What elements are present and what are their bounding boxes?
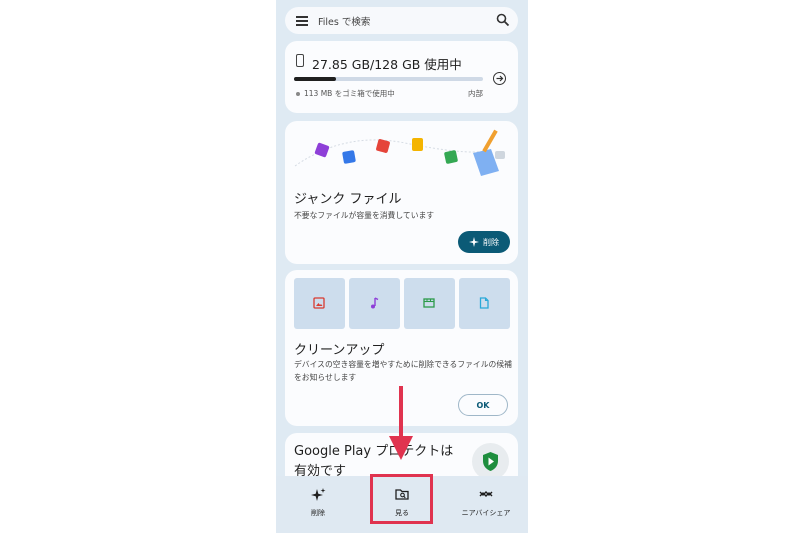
search-bar[interactable]: Files で検索 <box>285 7 518 34</box>
annotation-highlight-box <box>370 474 433 524</box>
junk-delete-label: 削除 <box>483 237 499 247</box>
trash-dot <box>296 92 300 96</box>
storage-card[interactable]: 27.85 GB/128 GB 使用中 113 MB をゴミ箱で使用中 内部 <box>285 41 518 113</box>
document-icon <box>479 297 489 309</box>
storage-usage-title: 27.85 GB/128 GB 使用中 <box>312 57 462 72</box>
cleanup-ok-button[interactable]: OK <box>458 394 508 416</box>
junk-illustration <box>294 129 505 176</box>
video-icon <box>423 298 435 308</box>
nearby-share-icon <box>479 491 493 497</box>
junk-files-card: ジャンク ファイル 不要なファイルが容量を消費しています 削除 <box>285 121 518 264</box>
play-protect-icon <box>472 443 509 480</box>
junk-files-description: 不要なファイルが容量を消費しています <box>294 211 435 220</box>
search-icon[interactable] <box>496 13 510 27</box>
cleanup-description: デバイスの空き容量を増やすために削除できるファイルの候補をお知らせします <box>294 360 512 382</box>
phone-storage-icon <box>296 54 304 67</box>
storage-progress-bar <box>294 77 483 81</box>
trash-usage-text: 113 MB をゴミ箱で使用中 <box>304 89 395 98</box>
image-icon <box>313 297 325 309</box>
menu-icon[interactable] <box>296 16 308 26</box>
image-tile[interactable] <box>294 278 345 329</box>
cleanup-title: クリーンアップ <box>294 343 385 358</box>
annotation-arrow-shaft <box>399 386 403 438</box>
document-tile[interactable] <box>459 278 510 329</box>
sparkle-icon <box>469 237 479 247</box>
video-tile[interactable] <box>404 278 455 329</box>
junk-files-title: ジャンク ファイル <box>294 192 402 207</box>
nav-item-nearby-share[interactable]: ニアバイシェア <box>444 476 528 533</box>
nav-label-nearby-share: ニアバイシェア <box>461 509 511 517</box>
storage-progress-fill <box>294 77 336 81</box>
music-icon <box>371 297 379 309</box>
arrow-right-icon[interactable] <box>493 72 506 85</box>
sparkle-icon <box>311 488 326 501</box>
audio-tile[interactable] <box>349 278 400 329</box>
cleanup-tiles <box>294 278 510 329</box>
storage-location-label: 内部 <box>468 89 483 98</box>
annotation-arrow-head <box>389 436 413 460</box>
nav-label-clean: 削除 <box>311 509 325 517</box>
junk-delete-button[interactable]: 削除 <box>458 231 510 253</box>
nav-item-clean[interactable]: 削除 <box>276 476 360 533</box>
search-placeholder: Files で検索 <box>318 17 371 28</box>
